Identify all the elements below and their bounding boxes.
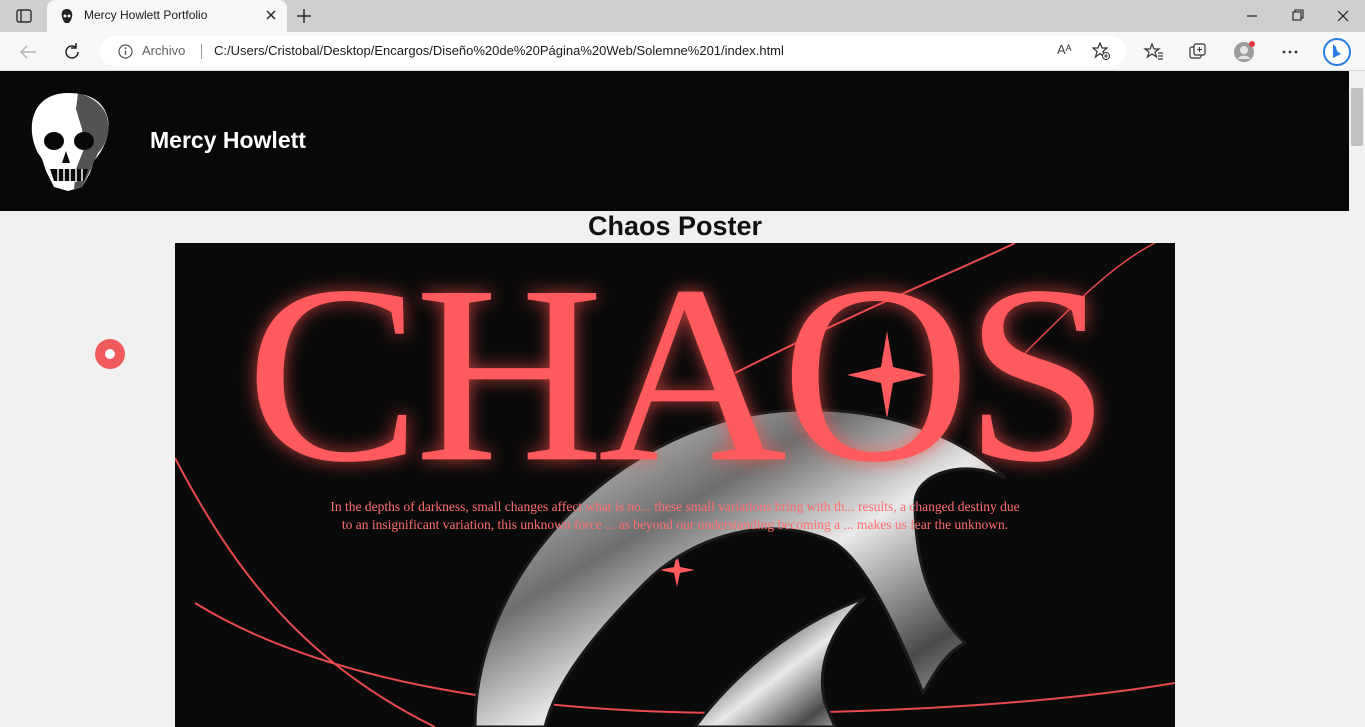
chaos-poster-image: CHAOS In the depths of darkness, small c… xyxy=(175,243,1175,727)
collections-icon[interactable] xyxy=(1187,41,1209,63)
browser-tab[interactable]: Mercy Howlett Portfolio xyxy=(47,0,287,32)
close-icon[interactable] xyxy=(264,8,278,22)
tab-actions-icon[interactable] xyxy=(10,7,38,25)
address-divider xyxy=(201,44,202,59)
browser-toolbar: Archivo Aᴬ xyxy=(0,32,1365,71)
custom-cursor xyxy=(95,339,125,369)
favorites-icon[interactable] xyxy=(1143,41,1165,63)
add-favorite-icon[interactable] xyxy=(1091,41,1110,60)
tab-strip: Mercy Howlett Portfolio xyxy=(0,0,1365,32)
site-name[interactable]: Mercy Howlett xyxy=(150,127,306,154)
poster-headline: CHAOS xyxy=(245,243,1110,515)
minimize-icon[interactable] xyxy=(1237,6,1267,26)
close-window-icon[interactable] xyxy=(1328,6,1358,26)
profile-icon[interactable] xyxy=(1233,41,1255,63)
site-header: Mercy Howlett xyxy=(0,71,1349,211)
bing-icon[interactable] xyxy=(1322,37,1352,67)
address-prefix: Archivo xyxy=(142,43,186,58)
page-scrollbar[interactable] xyxy=(1349,71,1365,727)
plus-icon[interactable] xyxy=(294,6,314,26)
restore-icon[interactable] xyxy=(1283,6,1313,26)
skull-logo-icon[interactable] xyxy=(24,89,116,195)
scrollbar-thumb[interactable] xyxy=(1351,88,1363,146)
skull-favicon-icon xyxy=(59,8,75,24)
address-bar[interactable]: Archivo Aᴬ xyxy=(100,36,1126,66)
read-aloud-button[interactable]: Aᴬ xyxy=(1057,42,1072,57)
more-icon[interactable] xyxy=(1279,41,1301,63)
refresh-icon[interactable] xyxy=(61,41,83,63)
back-arrow-icon[interactable] xyxy=(17,41,39,63)
poster-text-line-2: to an insignificant variation, this unkn… xyxy=(341,517,1009,532)
url-input[interactable] xyxy=(214,43,914,58)
poster-text-line-1: In the depths of darkness, small changes… xyxy=(330,499,1020,514)
info-icon[interactable] xyxy=(118,44,133,59)
page-title: Chaos Poster xyxy=(587,211,763,241)
tab-title: Mercy Howlett Portfolio xyxy=(84,8,208,22)
